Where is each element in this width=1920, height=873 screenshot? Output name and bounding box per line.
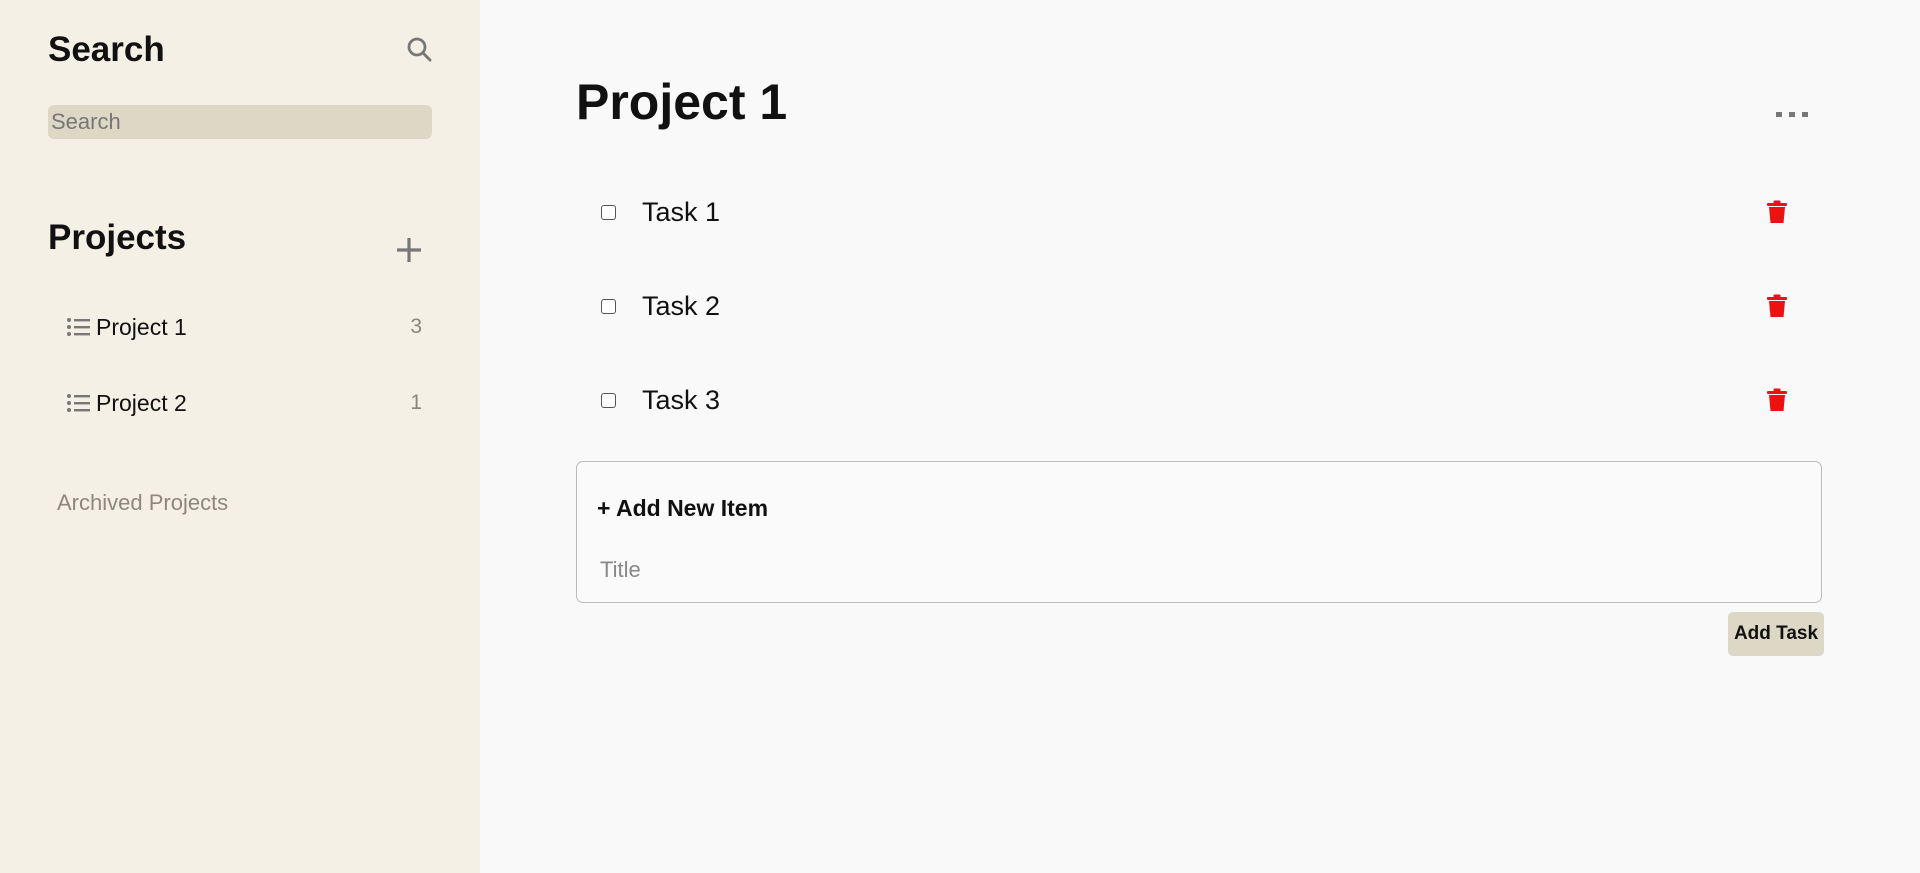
- search-input[interactable]: [48, 105, 432, 139]
- task-title: Task 3: [642, 384, 721, 415]
- task-row: Task 3: [576, 370, 1822, 430]
- page-title: Project 1: [576, 74, 788, 130]
- sidebar: Search Projects Project 1 3: [0, 0, 480, 873]
- more-horizontal-icon[interactable]: [1772, 104, 1816, 124]
- task-row: Task 1: [576, 182, 1822, 242]
- task-checkbox[interactable]: [601, 298, 616, 314]
- task-title: Task 2: [642, 290, 721, 321]
- project-item-1[interactable]: Project 1 3: [66, 307, 432, 347]
- task-title-input[interactable]: [597, 552, 1203, 588]
- project-item-2[interactable]: Project 2 1: [66, 383, 432, 423]
- plus-icon[interactable]: [392, 233, 426, 267]
- add-item-panel: + Add New Item: [576, 461, 1822, 603]
- add-task-button[interactable]: Add Task: [1728, 612, 1824, 656]
- task-checkbox[interactable]: [601, 392, 616, 408]
- archived-projects-link[interactable]: Archived Projects: [57, 490, 228, 516]
- search-heading: Search: [48, 30, 165, 69]
- project-name: Project 1: [96, 313, 187, 340]
- project-name: Project 2: [96, 389, 187, 416]
- trash-icon[interactable]: [1766, 200, 1788, 224]
- list-icon: [66, 316, 92, 338]
- project-task-count: 3: [410, 315, 422, 338]
- task-row: Task 2: [576, 276, 1822, 336]
- projects-heading: Projects: [48, 218, 187, 257]
- search-icon[interactable]: [403, 33, 437, 67]
- trash-icon[interactable]: [1766, 388, 1788, 412]
- add-item-heading: + Add New Item: [597, 495, 769, 521]
- trash-icon[interactable]: [1766, 294, 1788, 318]
- task-checkbox[interactable]: [601, 204, 616, 220]
- project-task-count: 1: [410, 391, 422, 414]
- task-title: Task 1: [642, 196, 721, 227]
- list-icon: [66, 392, 92, 414]
